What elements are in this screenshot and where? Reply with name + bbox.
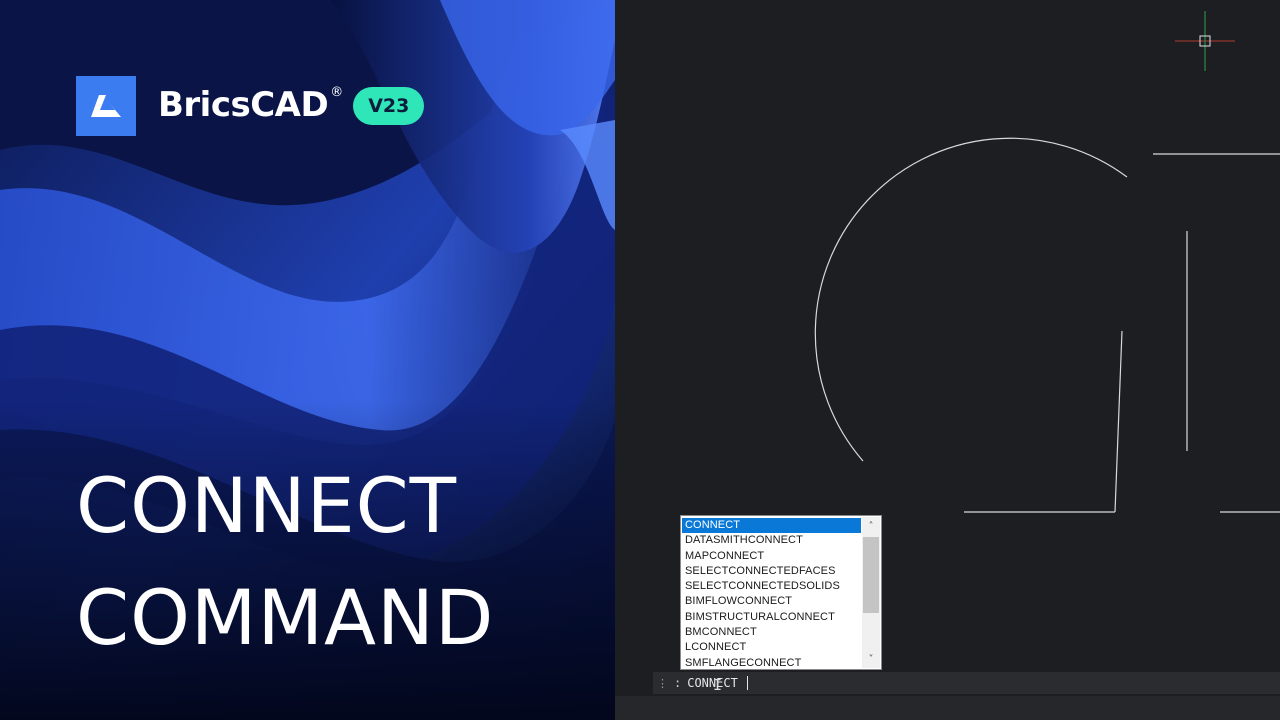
arc-entity	[814, 137, 1128, 462]
registered-mark: ®	[330, 84, 344, 100]
line-entity	[1114, 330, 1123, 513]
autocomplete-item[interactable]: BIMSTRUCTURALCONNECT	[682, 610, 861, 625]
version-badge: V23	[353, 87, 425, 125]
chevron-up-icon[interactable]: ˄	[862, 517, 880, 535]
headline-line-2: COMMAND	[76, 573, 495, 662]
headline-line-1: CONNECT	[76, 461, 458, 550]
bricscad-logo-icon	[76, 76, 136, 136]
autocomplete-item[interactable]: CONNECT	[682, 518, 861, 534]
scrollbar-thumb[interactable]	[863, 537, 879, 613]
grip-handle-icon[interactable]: ⋮	[657, 677, 668, 690]
ucs-crosshair-icon	[1175, 11, 1235, 71]
command-prompt: :	[674, 676, 682, 690]
suggestion-items: CONNECT DATASMITHCONNECT MAPCONNECT SELECTC…	[682, 518, 861, 669]
chevron-down-icon[interactable]: ˅	[862, 650, 880, 668]
autocomplete-item[interactable]: MAPCONNECT	[682, 549, 861, 564]
video-thumbnail: BricsCAD ® V23 CONNECT COMMAND CONNECT D…	[0, 0, 1280, 720]
command-line[interactable]: ⋮ : CONNECT	[653, 672, 1280, 694]
headline: CONNECT COMMAND	[76, 450, 494, 674]
autocomplete-item[interactable]: DATASMITHCONNECT	[682, 533, 861, 548]
autocomplete-item[interactable]: SMFLANGECONNECT	[682, 656, 861, 669]
autocomplete-item[interactable]: SELECTCONNECTEDFACES	[682, 564, 861, 579]
autocomplete-item[interactable]: LCONNECT	[682, 640, 861, 655]
brand-panel: BricsCAD ® V23 CONNECT COMMAND	[0, 0, 615, 720]
brand-name: BricsCAD	[158, 85, 329, 125]
cad-viewport[interactable]: CONNECT DATASMITHCONNECT MAPCONNECT SELECTC…	[615, 0, 1280, 720]
command-autocomplete-list[interactable]: CONNECT DATASMITHCONNECT MAPCONNECT SELECTC…	[680, 515, 882, 670]
autocomplete-item[interactable]: SELECTCONNECTEDSOLIDS	[682, 579, 861, 594]
autocomplete-item[interactable]: BMCONNECT	[682, 625, 861, 640]
brand-lockup: BricsCAD ® V23	[76, 76, 425, 136]
autocomplete-scrollbar[interactable]: ˄ ˅	[862, 517, 880, 668]
status-bar	[615, 696, 1280, 720]
text-cursor-icon: I	[713, 676, 723, 694]
drawing-geometry[interactable]	[814, 137, 1280, 513]
autocomplete-item[interactable]: BIMFLOWCONNECT	[682, 594, 861, 609]
